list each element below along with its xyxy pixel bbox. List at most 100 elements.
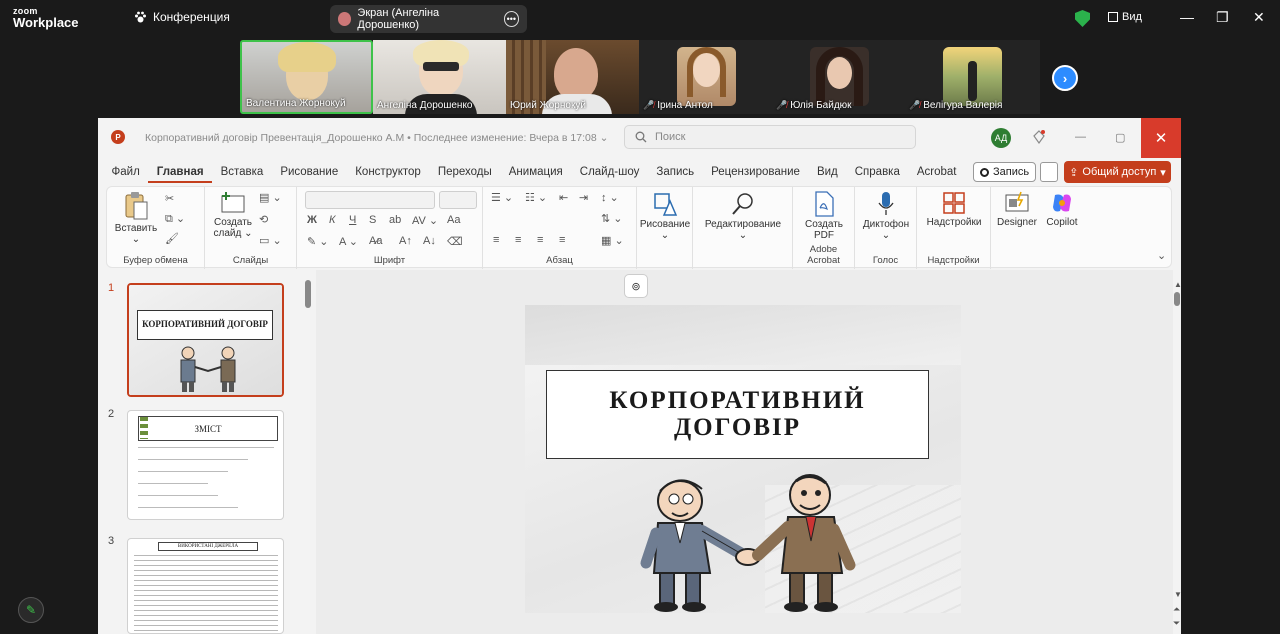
font-size-select[interactable] [439,191,477,209]
participant-tile[interactable]: Юрий Жорнокуй [506,40,639,114]
share-button[interactable]: ⇪ Общий доступ ▾ [1064,161,1171,183]
change-case-icon[interactable]: Aa [447,214,460,226]
security-shield-icon[interactable] [1075,10,1090,27]
strikethrough-icon[interactable]: S [369,214,376,226]
justify-icon[interactable]: ≡ [559,234,565,246]
slide-thumbnail-3[interactable]: ВИКОРИСТАНІ ДЖЕРЕЛА [127,538,284,634]
screen-share-indicator[interactable]: Экран (Ангеліна Дорошенко) ••• [330,5,527,33]
section-icon[interactable]: ▭ ⌄ [259,234,282,247]
designer-button[interactable]: Designer [995,191,1039,228]
italic-icon[interactable]: К [329,214,335,226]
copilot-slide-button[interactable]: ⊚ [624,274,648,298]
tab-home[interactable]: Главная [148,166,213,183]
thumbnail-scrollbar[interactable] [305,280,311,308]
tab-review[interactable]: Рецензирование [703,166,809,178]
grow-font-icon[interactable]: A↑ [399,235,412,247]
minimize-icon[interactable]: — [1180,9,1194,25]
reset-icon[interactable]: ⟲ [259,213,268,226]
tab-record[interactable]: Запись [648,166,703,178]
font-color-icon[interactable]: A ⌄ [339,235,358,248]
scroll-down-icon[interactable]: ▼ [1174,590,1182,599]
record-icon [980,167,989,177]
highlight-icon[interactable]: ✎ ⌄ [307,235,329,248]
slide-thumbnail-2[interactable]: ЗМІСТ [127,410,284,520]
align-right-icon[interactable]: ≡ [537,234,543,246]
handshake-illustration[interactable] [620,473,870,613]
tab-view[interactable]: Вид [808,166,846,178]
tab-insert[interactable]: Вставка [212,166,272,178]
paste-button[interactable]: Вставить ⌄ [113,191,159,245]
participant-tile[interactable]: Валентина Жорнокуй [240,40,373,114]
current-slide[interactable]: КОРПОРАТИВНИЙ ДОГОВІР [525,305,961,613]
clear-format-icon[interactable]: A̷a [369,235,382,247]
numbering-icon[interactable]: ☷ ⌄ [525,191,547,204]
bold-icon[interactable]: Ж [307,214,317,226]
editing-button[interactable]: Редактирование ⌄ [697,191,789,241]
tab-acrobat[interactable]: Acrobat [908,166,965,178]
indent-decrease-icon[interactable]: ⇤ [559,191,568,204]
restore-icon[interactable]: ❐ [1216,9,1229,26]
document-title[interactable]: Корпоративний договір Превентація_Дороше… [145,132,608,144]
shrink-font-icon[interactable]: A↓ [423,235,436,247]
indent-increase-icon[interactable]: ⇥ [579,191,588,204]
annotate-button[interactable]: ✎ [18,597,44,623]
tab-design[interactable]: Конструктор [347,166,430,178]
format-painter-icon[interactable]: 🖌 [165,232,179,245]
participant-tile[interactable]: 🎤̸ Ірина Антол [639,40,772,114]
tab-transitions[interactable]: Переходы [429,166,500,178]
tab-animations[interactable]: Анимация [500,166,571,178]
tab-help[interactable]: Справка [846,166,908,178]
tab-file[interactable]: Файл [103,166,148,178]
diamond-icon[interactable] [1032,129,1046,145]
layout-icon[interactable]: ▤ ⌄ [259,191,282,204]
text-direction-icon[interactable]: ⇅ ⌄ [601,212,623,225]
scroll-thumb[interactable] [1174,292,1180,306]
cut-icon[interactable]: ✂ [165,192,174,205]
next-slide-icon[interactable]: ⏷ [1173,618,1180,629]
dictation-button[interactable]: Диктофон ⌄ [857,191,915,241]
copilot-button[interactable]: Copilot [1041,191,1083,228]
align-center-icon[interactable]: ≡ [515,234,521,246]
participant-name: Валентина Жорнокуй [246,98,346,109]
participant-tile[interactable]: Ангеліна Дорошенко [373,40,506,114]
underline-icon[interactable]: Ч [349,214,356,226]
record-button[interactable]: Запись [973,162,1037,182]
search-input[interactable]: Поиск [624,125,916,149]
shadow-icon[interactable]: ab [389,214,401,226]
tab-slideshow[interactable]: Слайд-шоу [571,166,648,178]
create-pdf-button[interactable]: Создать PDF [795,191,853,241]
slide-canvas[interactable]: ⊚ КОРПОРАТИВНИЙ ДОГОВІР [316,270,1173,634]
ppt-minimize-icon[interactable]: — [1075,131,1086,143]
close-icon[interactable]: ✕ [1253,9,1265,26]
tab-draw[interactable]: Рисование [272,166,347,178]
canvas-scrollbar[interactable]: ▲ ▼ ⏶ ⏷ [1173,278,1182,634]
slide-title[interactable]: КОРПОРАТИВНИЙ ДОГОВІР [546,370,929,459]
participant-tile[interactable]: 🎤̸ Велігура Валерія [905,40,1038,114]
ppt-close-button[interactable]: ✕ [1141,118,1181,158]
copy-icon[interactable]: ⧉ ⌄ [165,212,185,226]
user-avatar[interactable]: АД [991,128,1011,148]
participant-tile[interactable]: 🎤̸ Юлія Байдюк [772,40,905,114]
more-icon[interactable]: ••• [503,11,520,27]
slide-thumbnail-pane: 1 КОРПОРАТИВНИЙ ДОГОВІР 2 ЗМІСТ 3 ВИКОРИ… [98,270,316,634]
conference-button[interactable]: Конференция [134,10,230,24]
view-button[interactable]: Вид [1108,11,1142,23]
drawing-button[interactable]: Рисование ⌄ [639,191,691,241]
share-label: Экран (Ангеліна Дорошенко) [357,7,440,31]
line-spacing-icon[interactable]: ↕ ⌄ [601,191,619,204]
char-spacing-icon[interactable]: AV ⌄ [412,214,438,227]
clear-all-icon[interactable]: ⌫ [447,235,463,248]
ppt-restore-icon[interactable]: ▢ [1115,131,1125,144]
comments-button[interactable] [1040,162,1058,182]
ribbon-collapse-icon[interactable]: ⌄ [1157,249,1166,262]
smartart-icon[interactable]: ▦ ⌄ [601,234,624,247]
slide-thumbnail-1[interactable]: КОРПОРАТИВНИЙ ДОГОВІР [127,283,284,397]
font-family-select[interactable] [305,191,435,209]
next-participants-button[interactable]: › [1052,65,1078,91]
bullets-icon[interactable]: ☰ ⌄ [491,191,513,204]
align-left-icon[interactable]: ≡ [493,234,499,246]
new-slide-button[interactable]: Создать слайд ⌄ [211,191,255,239]
scroll-up-icon[interactable]: ▲ [1174,280,1182,289]
prev-slide-icon[interactable]: ⏶ [1173,604,1180,615]
addins-button[interactable]: Надстройки [919,191,989,228]
